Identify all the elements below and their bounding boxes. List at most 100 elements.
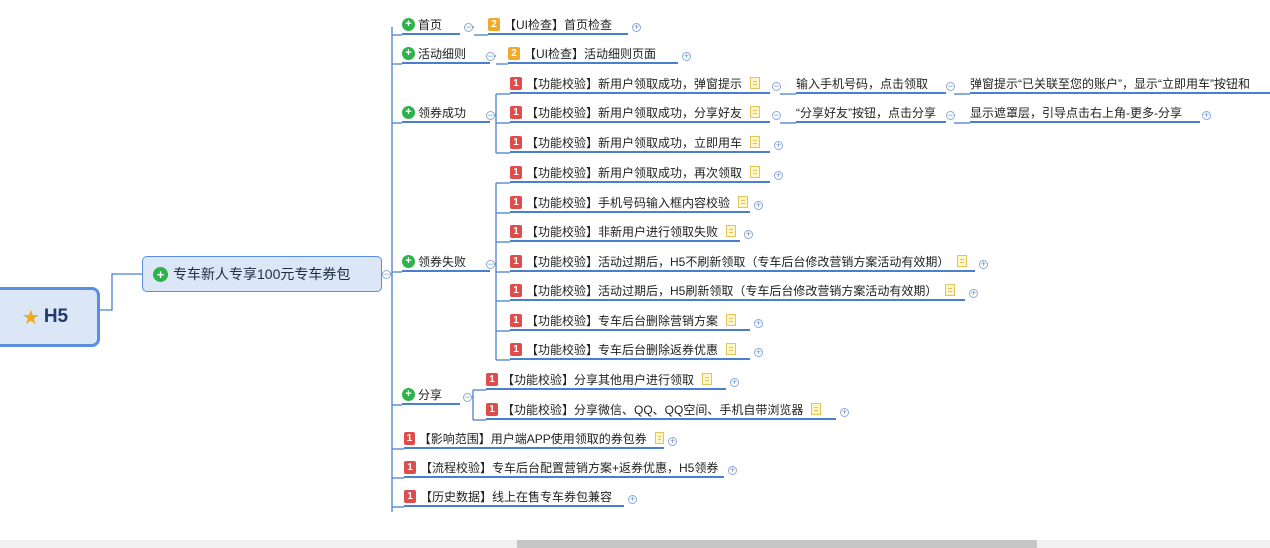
case-node[interactable]: 1 【功能校验】专车后台删除返券优惠 (510, 340, 750, 360)
case-node[interactable]: 1 【功能校验】专车后台删除营销方案 (510, 311, 750, 331)
case-expand-toggle[interactable]: + (840, 408, 849, 417)
case-expand-toggle[interactable]: + (774, 171, 783, 180)
branch-0-collapse-toggle[interactable]: − (464, 23, 473, 32)
case-label: 【功能校验】非新用户进行领取失败 (526, 224, 719, 239)
leaf-node[interactable]: 1 【影响范围】用户端APP使用领取的券包券 (404, 429, 664, 449)
priority-1-icon: 1 (404, 460, 416, 474)
case-label: 【功能校验】专车后台删除营销方案 (526, 313, 719, 328)
branch-label: 领券成功 (418, 105, 467, 120)
branch-label: 领券失败 (418, 254, 467, 269)
plus-icon: + (402, 46, 415, 60)
priority-1-icon: 1 (510, 313, 522, 327)
branch-label: 首页 (418, 17, 443, 32)
case-node[interactable]: 2 【UI检查】活动细则页面 (508, 44, 678, 64)
priority-1-icon: 1 (510, 105, 522, 119)
branch-1[interactable]: + 活动细则 (402, 44, 490, 64)
priority-1-icon: 1 (486, 402, 498, 416)
note-icon (945, 284, 956, 296)
priority-1-icon: 1 (486, 372, 498, 386)
branch-1-collapse-toggle[interactable]: − (486, 52, 495, 61)
case-expand-toggle[interactable]: + (730, 378, 739, 387)
priority-2-icon: 2 (488, 17, 500, 31)
step-node[interactable]: “分享好友”按钮，点击分享 (796, 103, 946, 123)
priority-1-icon: 1 (510, 224, 522, 238)
branch-2[interactable]: + 领券成功 (402, 103, 490, 123)
main-topic[interactable]: + 专车新人专享100元专车券包 (142, 256, 382, 292)
priority-1-icon: 1 (510, 254, 522, 268)
priority-1-icon: 1 (510, 283, 522, 297)
leaf-expand-toggle[interactable]: + (668, 437, 677, 446)
case-node[interactable]: 1 【功能校验】活动过期后，H5刷新领取（专车后台修改营销方案活动有效期） (510, 281, 965, 301)
plus-icon: + (402, 105, 415, 119)
case-node[interactable]: 2 【UI检查】首页检查 (488, 15, 628, 35)
case-label: 【UI检查】首页检查 (504, 17, 613, 32)
branch-3-collapse-toggle[interactable]: − (486, 260, 495, 269)
priority-1-icon: 1 (404, 431, 415, 445)
case-label: 【功能校验】分享微信、QQ、QQ空间、手机自带浏览器 (502, 402, 804, 417)
note-icon (654, 432, 664, 444)
leaf-label: 【流程校验】专车后台配置营销方案+返券优惠，H5领券 (420, 460, 719, 475)
note-icon (726, 314, 737, 326)
result-node[interactable]: 显示遮罩层，引导点击右上角-更多-分享 (970, 103, 1200, 123)
case-label: 【功能校验】专车后台删除返券优惠 (526, 342, 719, 357)
case-expand-toggle[interactable]: + (682, 52, 691, 61)
note-icon (726, 343, 737, 355)
case-label: 【功能校验】活动过期后，H5刷新领取（专车后台修改营销方案活动有效期） (526, 283, 938, 298)
leaf-label: 【影响范围】用户端APP使用领取的券包券 (418, 431, 647, 446)
branch-4[interactable]: + 分享 (402, 385, 460, 405)
case-expand-toggle[interactable]: + (754, 201, 763, 210)
note-icon (726, 225, 737, 237)
leaf-node[interactable]: 1 【历史数据】线上在售专车券包兼容 (404, 487, 624, 507)
priority-1-icon: 1 (510, 342, 522, 356)
leaf-expand-toggle[interactable]: + (628, 495, 637, 504)
note-icon (957, 255, 968, 267)
case-node[interactable]: 1 【功能校验】分享其他用户进行领取 (486, 370, 726, 390)
branch-2-collapse-toggle[interactable]: − (486, 111, 495, 120)
horizontal-scrollbar[interactable] (0, 540, 1270, 548)
branch-3[interactable]: + 领券失败 (402, 252, 490, 272)
step-collapse-toggle[interactable]: − (946, 82, 955, 91)
note-icon (738, 196, 749, 208)
priority-1-icon: 1 (404, 489, 416, 503)
case-node[interactable]: 1 【功能校验】新用户领取成功，弹窗提示 (510, 74, 770, 94)
case-node[interactable]: 1 【功能校验】手机号码输入框内容校验 (510, 193, 750, 213)
case-label: 【UI检查】活动细则页面 (524, 46, 657, 61)
branch-4-collapse-toggle[interactable]: − (463, 393, 472, 402)
priority-1-icon: 1 (510, 76, 522, 90)
main-collapse-toggle[interactable]: − (382, 270, 391, 279)
case-expand-toggle[interactable]: + (754, 319, 763, 328)
case-expand-toggle[interactable]: + (979, 260, 988, 269)
step-node[interactable]: 输入手机号码，点击领取 (796, 74, 946, 94)
case-expand-toggle[interactable]: + (632, 23, 641, 32)
step-collapse-toggle[interactable]: − (946, 111, 955, 120)
case-node[interactable]: 1 【功能校验】活动过期后，H5不刷新领取（专车后台修改营销方案活动有效期） (510, 252, 975, 272)
case-node[interactable]: 1 【功能校验】非新用户进行领取失败 (510, 222, 740, 242)
case-expand-toggle[interactable]: + (754, 348, 763, 357)
case-label: 【功能校验】分享其他用户进行领取 (502, 372, 695, 387)
case-node[interactable]: 1 【功能校验】新用户领取成功，立即用车 (510, 133, 770, 153)
case-expand-toggle[interactable]: + (774, 141, 783, 150)
case-label: 【功能校验】新用户领取成功，立即用车 (526, 135, 743, 150)
star-icon: ★ (21, 306, 40, 329)
leaf-expand-toggle[interactable]: + (728, 466, 737, 475)
plus-icon: + (153, 266, 168, 282)
root-node[interactable]: ★ H5 (0, 287, 100, 347)
case-expand-toggle[interactable]: + (744, 230, 753, 239)
leaf-node[interactable]: 1 【流程校验】专车后台配置营销方案+返券优惠，H5领券 (404, 458, 724, 478)
case-node[interactable]: 1 【功能校验】新用户领取成功，分享好友 (510, 103, 770, 123)
case-collapse-toggle[interactable]: − (772, 111, 781, 120)
priority-2-icon: 2 (508, 46, 520, 60)
plus-icon: + (402, 387, 415, 401)
case-node[interactable]: 1 【功能校验】新用户领取成功，再次领取 (510, 163, 770, 183)
result-node[interactable]: 弹窗提示“已关联至您的账户”，显示“立即用车”按钮和 (970, 74, 1270, 94)
branch-0[interactable]: + 首页 (402, 15, 460, 35)
connector (100, 273, 142, 311)
note-icon (811, 403, 822, 415)
case-node[interactable]: 1 【功能校验】分享微信、QQ、QQ空间、手机自带浏览器 (486, 400, 836, 420)
scrollbar-thumb[interactable] (517, 540, 1037, 548)
note-icon (702, 373, 713, 385)
result-expand-toggle[interactable]: + (1202, 111, 1211, 120)
case-collapse-toggle[interactable]: − (772, 82, 781, 91)
plus-icon: + (402, 254, 415, 268)
case-expand-toggle[interactable]: + (969, 289, 978, 298)
